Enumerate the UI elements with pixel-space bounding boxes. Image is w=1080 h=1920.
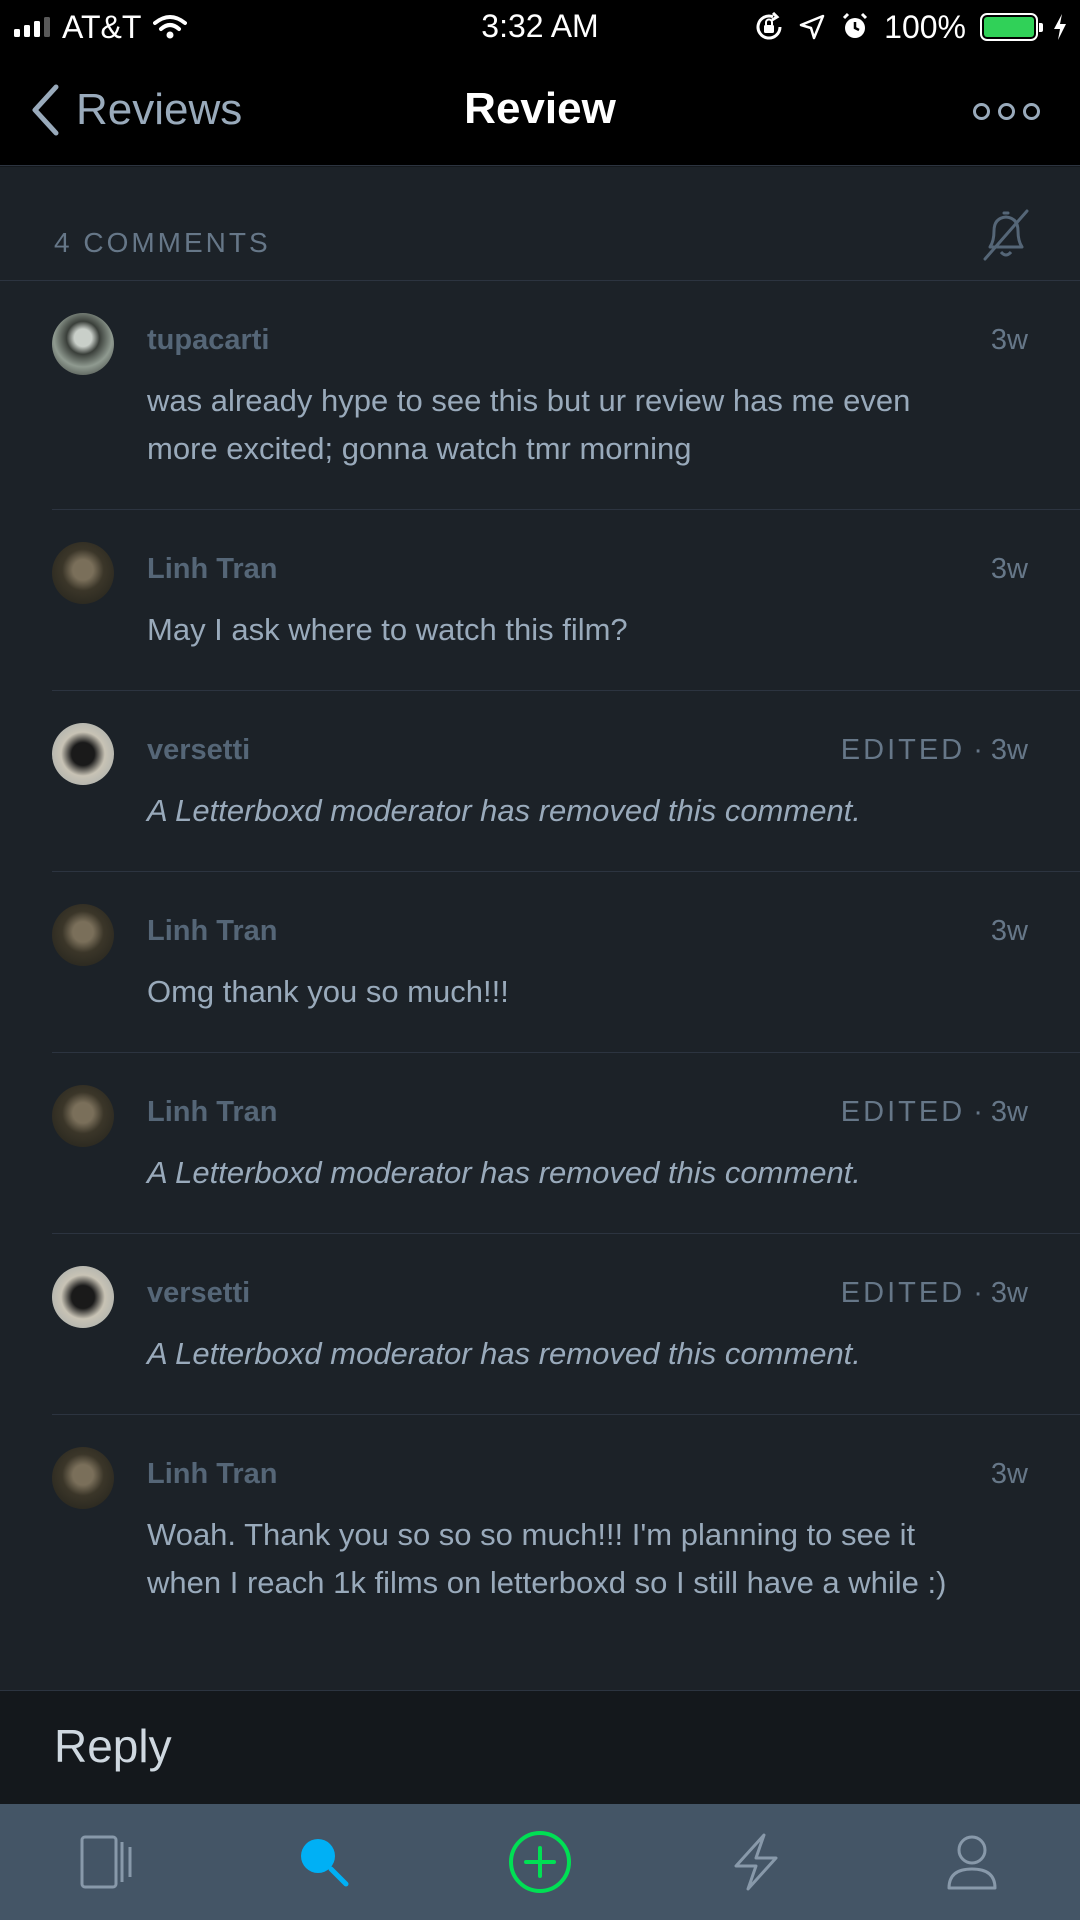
- add-icon: [509, 1831, 571, 1893]
- comment-username[interactable]: tupacarti: [147, 324, 269, 357]
- tab-bar: [0, 1804, 1080, 1920]
- comment-text: Woah. Thank you so so so much!!! I'm pla…: [147, 1517, 947, 1600]
- navigation-bar: Reviews Review: [0, 54, 1080, 166]
- comment-time: 3w: [990, 915, 1028, 947]
- location-arrow-icon: [799, 14, 825, 40]
- activity-icon: [734, 1833, 778, 1891]
- comment-time: 3w: [990, 553, 1028, 585]
- comment-text: A Letterboxd moderator has removed this …: [147, 1155, 861, 1190]
- comment-username[interactable]: Linh Tran: [147, 553, 278, 586]
- tab-films[interactable]: [48, 1812, 168, 1912]
- reply-input[interactable]: Reply: [54, 1719, 172, 1773]
- tab-profile[interactable]: [912, 1812, 1032, 1912]
- more-dot: [998, 102, 1015, 120]
- edited-label: EDITED: [840, 1096, 966, 1128]
- comment-time: 3w: [990, 1096, 1028, 1128]
- charging-bolt-icon: [1054, 14, 1066, 40]
- reply-bar: Reply: [0, 1690, 1080, 1804]
- comment-username[interactable]: versetti: [147, 734, 250, 767]
- edited-label: EDITED: [840, 734, 966, 766]
- comment-time: 3w: [990, 1277, 1028, 1309]
- comment-meta: 3w: [991, 553, 1028, 586]
- comment-time: 3w: [990, 324, 1028, 356]
- tab-search[interactable]: [264, 1812, 384, 1912]
- tab-activity[interactable]: [696, 1812, 816, 1912]
- battery-percent: 100%: [884, 8, 966, 45]
- edited-label: EDITED: [840, 1277, 966, 1309]
- avatar[interactable]: [52, 904, 114, 966]
- comment-item: Linh Tran 3w Omg thank you so much!!!: [52, 872, 1080, 1053]
- more-dots-icon: [973, 102, 990, 120]
- mute-notifications-button[interactable]: [980, 207, 1032, 263]
- comment-username[interactable]: Linh Tran: [147, 1096, 278, 1129]
- comment-meta: EDITED · 3w: [840, 1277, 1028, 1309]
- comment-meta: EDITED · 3w: [840, 734, 1028, 766]
- profile-icon: [947, 1835, 997, 1890]
- avatar[interactable]: [52, 542, 114, 604]
- comment-username[interactable]: Linh Tran: [147, 915, 278, 948]
- films-icon: [80, 1835, 132, 1889]
- status-right: 100%: [754, 8, 1068, 46]
- comment-username[interactable]: Linh Tran: [147, 1458, 278, 1491]
- tab-add[interactable]: [480, 1812, 600, 1912]
- comment-meta: 3w: [991, 915, 1028, 948]
- battery-level: [984, 17, 1034, 37]
- more-options-button[interactable]: [930, 94, 1040, 128]
- more-dot: [1023, 102, 1040, 120]
- comment-text: was already hype to see this but ur revi…: [147, 383, 911, 466]
- comment-item: Linh Tran EDITED · 3w A Letterboxd moder…: [52, 1053, 1080, 1234]
- alarm-icon: [843, 12, 868, 38]
- avatar[interactable]: [52, 313, 114, 375]
- comment-item: tupacarti 3w was already hype to see thi…: [52, 281, 1080, 510]
- comments-list: tupacarti 3w was already hype to see thi…: [0, 281, 1080, 1690]
- comment-text: A Letterboxd moderator has removed this …: [147, 793, 861, 828]
- comment-text: May I ask where to watch this film?: [147, 612, 628, 647]
- comments-count: 4 COMMENTS: [54, 227, 271, 258]
- bell-off-icon: [983, 209, 1029, 261]
- comments-header: 4 COMMENTS: [0, 167, 1080, 281]
- comment-meta: 3w: [991, 324, 1028, 357]
- battery-icon: [980, 13, 1043, 41]
- comment-meta: 3w: [991, 1458, 1028, 1491]
- comment-text: A Letterboxd moderator has removed this …: [147, 1336, 861, 1371]
- comment-time: 3w: [990, 1458, 1028, 1490]
- comment-username[interactable]: versetti: [147, 1277, 250, 1310]
- status-bar: AT&T 3:32 AM 100%: [0, 0, 1080, 54]
- comment-item: Linh Tran 3w Woah. Thank you so so so mu…: [52, 1415, 1080, 1690]
- comment-item: Linh Tran 3w May I ask where to watch th…: [52, 510, 1080, 691]
- back-button-label: Reviews: [76, 85, 243, 134]
- avatar[interactable]: [52, 1447, 114, 1509]
- comment-item: versetti EDITED · 3w A Letterboxd modera…: [52, 691, 1080, 872]
- comment-item: versetti EDITED · 3w A Letterboxd modera…: [52, 1234, 1080, 1415]
- rotation-lock-icon: [756, 12, 782, 40]
- avatar[interactable]: [52, 723, 114, 785]
- back-button[interactable]: Reviews: [30, 80, 242, 140]
- avatar[interactable]: [52, 1085, 114, 1147]
- avatar[interactable]: [52, 1266, 114, 1328]
- comment-time: 3w: [990, 734, 1028, 766]
- chevron-left-icon: [32, 84, 59, 136]
- comment-meta: EDITED · 3w: [840, 1096, 1028, 1128]
- search-icon: [301, 1839, 349, 1887]
- comment-text: Omg thank you so much!!!: [147, 974, 509, 1009]
